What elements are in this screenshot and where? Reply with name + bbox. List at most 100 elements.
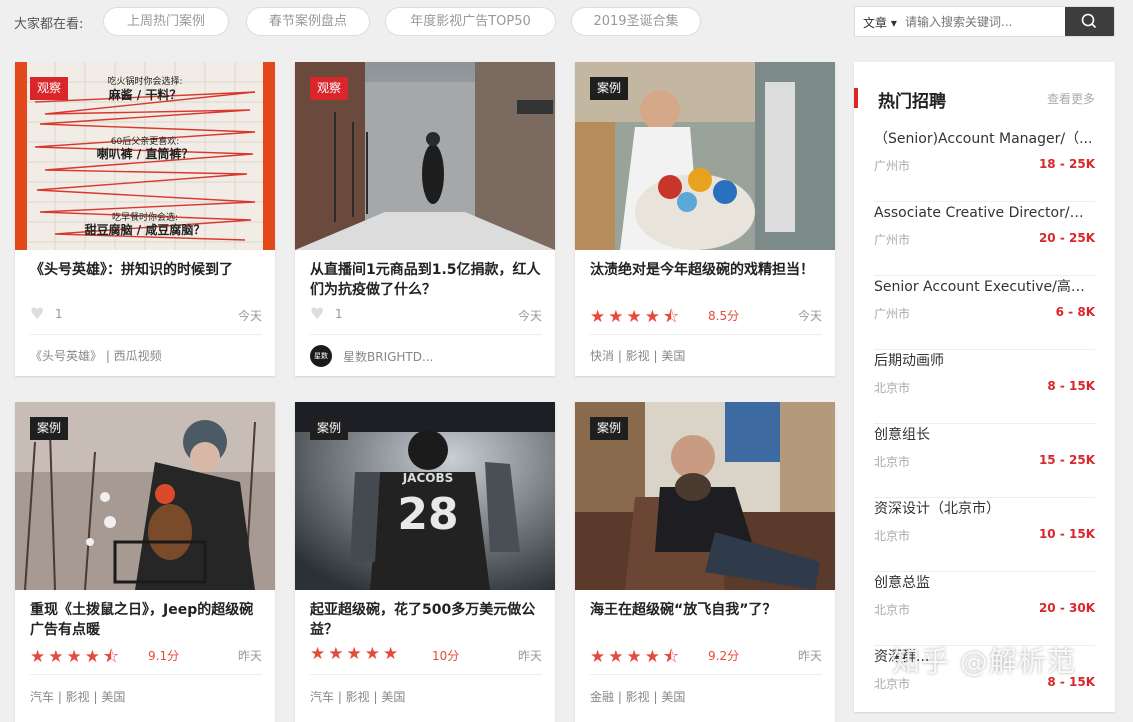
publish-date: 昨天: [797, 649, 822, 663]
card-title[interactable]: 重现《土拨鼠之日》，Jeep的超级碗广告有点暖: [30, 600, 262, 640]
img-caption-5: 吃早餐时你会选:: [112, 211, 178, 223]
divider: [30, 334, 262, 335]
job-city: 北京市: [874, 455, 911, 469]
img-caption-2: 麻酱 / 干料？: [108, 87, 182, 102]
author-name[interactable]: 星数BRIGHTD...: [343, 348, 583, 365]
card-tags[interactable]: 金融 | 影视 | 美国: [590, 688, 830, 705]
search-input[interactable]: [905, 7, 1065, 36]
rating-score: 8.5分: [708, 309, 740, 323]
article-card[interactable]: JACOBS 28 案例 起亚超级碗，花了500多万美元做公益？ ★★★★★ 1…: [295, 402, 555, 722]
card-image: 案例: [15, 402, 275, 590]
job-title[interactable]: （Senior)Account Manager/（...: [874, 128, 1095, 148]
job-title[interactable]: 资深设计（北京市）: [874, 498, 1095, 518]
search-box: 文章 ▾: [854, 6, 1115, 37]
publish-date: 昨天: [517, 649, 542, 663]
divider: [590, 674, 822, 675]
img-caption-3: 60后父亲更喜欢:: [111, 135, 180, 147]
job-city: 广州市: [874, 159, 911, 173]
job-title[interactable]: 创意总监: [874, 572, 1095, 592]
job-item[interactable]: Senior Account Executive/高级... 广州市 6 - 8…: [874, 276, 1095, 350]
caret-down-icon: ▾: [890, 16, 897, 30]
rating-score: 9.1分: [148, 649, 180, 663]
divider: [310, 674, 542, 675]
search-button[interactable]: [1065, 7, 1114, 36]
like-count: 1: [55, 307, 63, 321]
job-item[interactable]: 创意组长 北京市 15 - 25K: [874, 424, 1095, 498]
view-more-link[interactable]: 查看更多: [1047, 90, 1095, 107]
job-salary: 18 - 25K: [1038, 157, 1095, 171]
job-item[interactable]: 创意总监 北京市 20 - 30K: [874, 572, 1095, 646]
article-card[interactable]: 案例 重现《土拨鼠之日》，Jeep的超级碗广告有点暖 ★★★★⯪ 9.1分 昨天…: [15, 402, 275, 722]
img-caption-6: 甜豆腐脑 / 咸豆腐脑？: [85, 222, 206, 237]
rating-score: 10分: [432, 649, 460, 663]
author-avatar[interactable]: 星数: [310, 345, 332, 367]
job-salary: 6 - 8K: [1055, 305, 1095, 319]
card-source[interactable]: 《头号英雄》 | 西瓜视频: [30, 347, 270, 364]
img-caption-1: 吃火锅时你会选择:: [107, 75, 182, 87]
job-salary: 15 - 25K: [1038, 453, 1095, 467]
rating-stars: ★★★★★: [310, 644, 402, 664]
like-count: 1: [335, 307, 343, 321]
publish-date: 昨天: [237, 649, 262, 663]
search-icon: [1081, 13, 1097, 29]
jersey-name: JACOBS: [402, 471, 454, 485]
search-type-select[interactable]: 文章 ▾: [863, 14, 897, 31]
job-salary: 8 - 15K: [1047, 379, 1095, 393]
rating-score: 9.2分: [708, 649, 740, 663]
job-city: 广州市: [874, 233, 911, 247]
card-image: JACOBS 28 案例: [295, 402, 555, 590]
job-title[interactable]: 后期动画师: [874, 350, 1095, 370]
card-tags[interactable]: 快消 | 影视 | 美国: [590, 347, 830, 364]
job-city: 北京市: [874, 529, 911, 543]
hot-jobs-panel: 热门招聘 查看更多 （Senior)Account Manager/（... 广…: [854, 62, 1115, 712]
job-item[interactable]: 资深设计（北京市） 北京市 10 - 15K: [874, 498, 1095, 572]
pill-spring-festival[interactable]: 春节案例盘点: [246, 7, 370, 36]
rating-stars: ★★★★⯪: [590, 307, 683, 327]
pill-christmas-2019[interactable]: 2019圣诞合集: [571, 7, 701, 36]
article-card[interactable]: 观察 从直播间1元商品到1.5亿捐款，红人们为抗疫做了什么？ ♥ 1 今天 星数…: [295, 62, 555, 376]
article-card[interactable]: 案例 海王在超级碗“放飞自我”了？ ★★★★⯪ 9.2分 昨天 金融 | 影视 …: [575, 402, 835, 722]
job-salary: 20 - 30K: [1038, 601, 1095, 615]
card-image: 案例: [575, 62, 835, 250]
job-city: 广州市: [874, 307, 911, 321]
panel-title: 热门招聘: [878, 92, 946, 112]
pill-annual-top50[interactable]: 年度影视广告TOP50: [385, 7, 556, 36]
publish-date: 今天: [237, 309, 262, 323]
jersey-number: 28: [397, 489, 458, 540]
divider: [310, 334, 542, 335]
category-tag: 案例: [310, 417, 349, 440]
rating-stars: ★★★★⯪: [30, 647, 123, 667]
category-tag: 观察: [30, 77, 69, 100]
article-card[interactable]: 吃火锅时你会选择: 麻酱 / 干料？ 60后父亲更喜欢: 喇叭裤 / 直筒裤？ …: [15, 62, 275, 376]
card-title[interactable]: 从直播间1元商品到1.5亿捐款，红人们为抗疫做了什么？: [310, 260, 542, 300]
job-city: 北京市: [874, 381, 911, 395]
card-tags[interactable]: 汽车 | 影视 | 美国: [30, 688, 270, 705]
heart-icon[interactable]: ♥: [310, 306, 326, 322]
img-caption-4: 喇叭裤 / 直筒裤？: [97, 146, 194, 161]
job-title[interactable]: Senior Account Executive/高级...: [874, 276, 1095, 296]
job-title[interactable]: Associate Creative Director/创...: [874, 202, 1095, 222]
card-meta: ★★★★★ 10分 昨天: [310, 644, 542, 664]
heart-icon[interactable]: ♥: [30, 306, 46, 322]
rating-stars: ★★★★⯪: [590, 647, 683, 667]
job-title[interactable]: 创意组长: [874, 424, 1095, 444]
article-card[interactable]: 案例 汰渍绝对是今年超级碗的戏精担当！ ★★★★⯪ 8.5分 今天 快消 | 影…: [575, 62, 835, 376]
job-item[interactable]: （Senior)Account Manager/（... 广州市 18 - 25…: [874, 128, 1095, 202]
divider: [30, 674, 262, 675]
divider: [590, 334, 822, 335]
category-tag: 案例: [590, 77, 629, 100]
card-title[interactable]: 汰渍绝对是今年超级碗的戏精担当！: [590, 260, 822, 280]
pill-last-week-hot[interactable]: 上周热门案例: [103, 7, 229, 36]
job-item[interactable]: 后期动画师 北京市 8 - 15K: [874, 350, 1095, 424]
search-type-label: 文章: [863, 16, 888, 30]
card-title[interactable]: 起亚超级碗，花了500多万美元做公益？: [310, 600, 542, 640]
card-title[interactable]: 海王在超级碗“放飞自我”了？: [590, 600, 822, 620]
card-meta: ★★★★⯪ 9.1分 昨天: [30, 646, 262, 667]
publish-date: 今天: [797, 309, 822, 323]
category-tag: 观察: [310, 77, 349, 100]
category-tag: 案例: [30, 417, 69, 440]
job-item[interactable]: Associate Creative Director/创... 广州市 20 …: [874, 202, 1095, 276]
section-accent-bar: [854, 88, 858, 108]
card-tags[interactable]: 汽车 | 影视 | 美国: [310, 688, 550, 705]
card-title[interactable]: 《头号英雄》：拼知识的时候到了: [30, 260, 262, 280]
